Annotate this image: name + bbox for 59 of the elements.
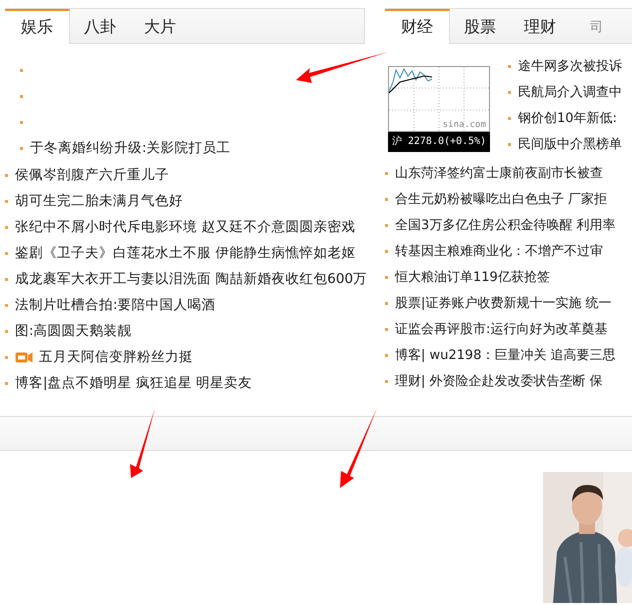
- bullet-icon: [385, 276, 388, 278]
- headline-link[interactable]: 成龙裹军大衣开工与妻以泪洗面 陶喆新婚夜收红包600万: [15, 270, 368, 288]
- bullet-icon: [385, 224, 388, 226]
- bullet-icon: [5, 200, 8, 202]
- tab[interactable]: 娱乐: [5, 9, 70, 44]
- index-quote: 沪 2278.0(+0.5%): [388, 132, 490, 152]
- headline-link[interactable]: 钢价创10年新低:: [518, 109, 617, 127]
- bullet-icon: [385, 172, 388, 174]
- bullet-icon: [385, 328, 388, 330]
- bullet-icon: [20, 146, 23, 150]
- tab[interactable]: 大片: [130, 9, 190, 43]
- bullet-icon: [5, 252, 8, 254]
- bullet-icon: [5, 226, 8, 228]
- headline-link[interactable]: 五月天阿信变胖粉丝力挺: [39, 348, 193, 366]
- headline-link[interactable]: 博客|盘点不婚明星 疯狂追星 明星卖友: [15, 374, 252, 392]
- video-camera-icon: [15, 352, 33, 362]
- bullet-icon: [5, 304, 8, 306]
- bullet-icon: [508, 90, 511, 94]
- headline-link[interactable]: 侯佩岑剖腹产六斤重儿子: [15, 166, 169, 184]
- bullet-icon: [5, 330, 8, 332]
- bullet-icon: [5, 356, 8, 358]
- headline-link[interactable]: 胡可生完二胎未满月气色好: [15, 192, 183, 210]
- bullet-icon: [385, 354, 388, 356]
- headline-link[interactable]: 全国3万多亿住房公积金待唤醒 利用率: [395, 216, 616, 234]
- bullet-icon: [385, 302, 388, 304]
- headline-link[interactable]: 恒大粮油订单119亿获抢签: [395, 268, 550, 286]
- headline-link[interactable]: 山东菏泽签约富士康前夜副市长被查: [395, 164, 603, 182]
- tab[interactable]: 理财: [510, 9, 570, 43]
- tab[interactable]: 股票: [450, 9, 510, 43]
- headline-link[interactable]: 于冬离婚纠纷升级:关影院打员工: [30, 139, 231, 157]
- bullet-icon: [385, 380, 388, 382]
- headline-link[interactable]: 博客| wu2198：巨量冲关 追高要三思: [395, 346, 616, 364]
- bullet-icon: [5, 382, 8, 384]
- bullet-icon: [385, 198, 388, 200]
- bullet-icon: [5, 278, 8, 280]
- headline-link[interactable]: 理财| 外资险企赴发改委状告垄断 保: [395, 372, 603, 390]
- tab[interactable]: 财经: [385, 9, 450, 44]
- headline-link[interactable]: 鉴剧《卫子夫》白莲花水土不服 伊能静生病憔悴如老妪: [15, 244, 356, 262]
- arrow: [129, 408, 157, 480]
- headline-link[interactable]: 证监会再评股市:运行向好为改革奠基: [395, 320, 608, 338]
- bullet-icon: [508, 142, 511, 146]
- headline-link[interactable]: 民间版中介黑榜单: [518, 135, 622, 153]
- bullet-icon: [508, 64, 511, 68]
- bullet-icon: [5, 174, 8, 176]
- headline-link[interactable]: 股票|证券账户收费新规十一实施 统一: [395, 294, 612, 312]
- headline-link[interactable]: 转基因主粮难商业化：不增产不过审: [395, 242, 603, 260]
- headline-link[interactable]: 图:高圆圆天鹅装靓: [15, 322, 132, 340]
- bullet-icon: [20, 68, 23, 72]
- headline-link[interactable]: 法制片吐槽合拍:要陪中国人喝酒: [15, 296, 216, 314]
- index-sparkline-chart[interactable]: sina.com: [388, 66, 490, 132]
- headline-link[interactable]: 张纪中不屑小时代斥电影环境 赵又廷不介意圆圆亲密戏: [15, 218, 356, 236]
- headline-link[interactable]: 途牛网多次被投诉: [518, 57, 622, 75]
- tab[interactable]: 八卦: [70, 9, 130, 43]
- bullet-icon: [385, 250, 388, 252]
- headline-link[interactable]: 民航局介入调查中: [518, 83, 622, 101]
- headline-link[interactable]: 合生元奶粉被曝吃出白色虫子 厂家拒: [395, 190, 608, 208]
- bullet-icon: [508, 116, 511, 120]
- bullet-icon: [20, 120, 23, 124]
- bullet-icon: [20, 94, 23, 98]
